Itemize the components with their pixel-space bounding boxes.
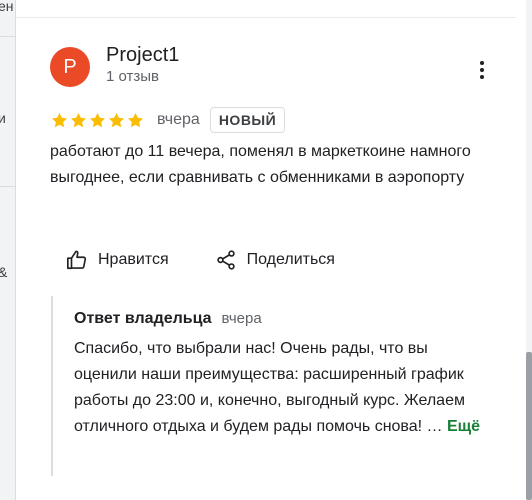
owner-reply-body: Спасибо, что выбрали нас! Очень рады, чт… bbox=[74, 336, 489, 440]
more-dot bbox=[480, 75, 484, 79]
star-rating bbox=[50, 111, 145, 130]
star-icon bbox=[89, 112, 106, 127]
review-card: P Project1 1 отзыв вчера НОВЫЙ работают … bbox=[16, 0, 516, 500]
owner-reply: Ответ владельца вчера Спасибо, что выбра… bbox=[51, 296, 483, 476]
author-review-count: 1 отзыв bbox=[106, 68, 160, 85]
review-text: работают до 11 вечера, поменял в маркетк… bbox=[50, 143, 471, 186]
scrollbar-thumb[interactable] bbox=[526, 352, 532, 500]
show-more-link[interactable]: Ещё bbox=[447, 418, 480, 435]
star-icon bbox=[70, 112, 87, 127]
share-label: Поделиться bbox=[246, 251, 335, 268]
more-dot bbox=[480, 68, 484, 72]
left-panel-edge: ен и & bbox=[0, 0, 16, 500]
left-panel-fragment: и bbox=[0, 110, 6, 126]
screen: ен и & P Project1 1 отзыв вчера НОВЫЙ ра… bbox=[0, 0, 532, 500]
card-divider bbox=[16, 17, 516, 18]
star-icon bbox=[127, 112, 144, 127]
share-icon bbox=[216, 250, 235, 270]
star-icon bbox=[51, 112, 68, 127]
star-icon bbox=[108, 112, 125, 127]
more-vert-icon[interactable] bbox=[468, 56, 496, 84]
left-panel-divider bbox=[0, 36, 15, 37]
new-badge: НОВЫЙ bbox=[209, 107, 286, 133]
like-button[interactable]: Нравится bbox=[66, 249, 169, 271]
owner-reply-date: вчера bbox=[221, 310, 262, 327]
review-actions: Нравится Поделиться bbox=[66, 249, 335, 271]
rating-row: вчера НОВЫЙ bbox=[50, 106, 286, 134]
left-panel-fragment: & bbox=[0, 264, 7, 280]
left-panel-fragment: ен bbox=[0, 0, 14, 14]
review-date: вчера bbox=[157, 111, 200, 128]
owner-reply-text: Спасибо, что выбрали нас! Очень рады, чт… bbox=[74, 340, 465, 435]
owner-reply-header: Ответ владельца вчера bbox=[74, 310, 262, 328]
share-button[interactable]: Поделиться bbox=[215, 249, 335, 271]
left-panel-divider bbox=[0, 186, 15, 187]
thumb-up-icon bbox=[67, 250, 87, 270]
author-name[interactable]: Project1 bbox=[106, 44, 179, 67]
more-dot bbox=[480, 61, 484, 65]
owner-reply-title: Ответ владельца bbox=[74, 310, 212, 327]
avatar[interactable]: P bbox=[50, 47, 90, 87]
like-label: Нравится bbox=[98, 251, 169, 268]
